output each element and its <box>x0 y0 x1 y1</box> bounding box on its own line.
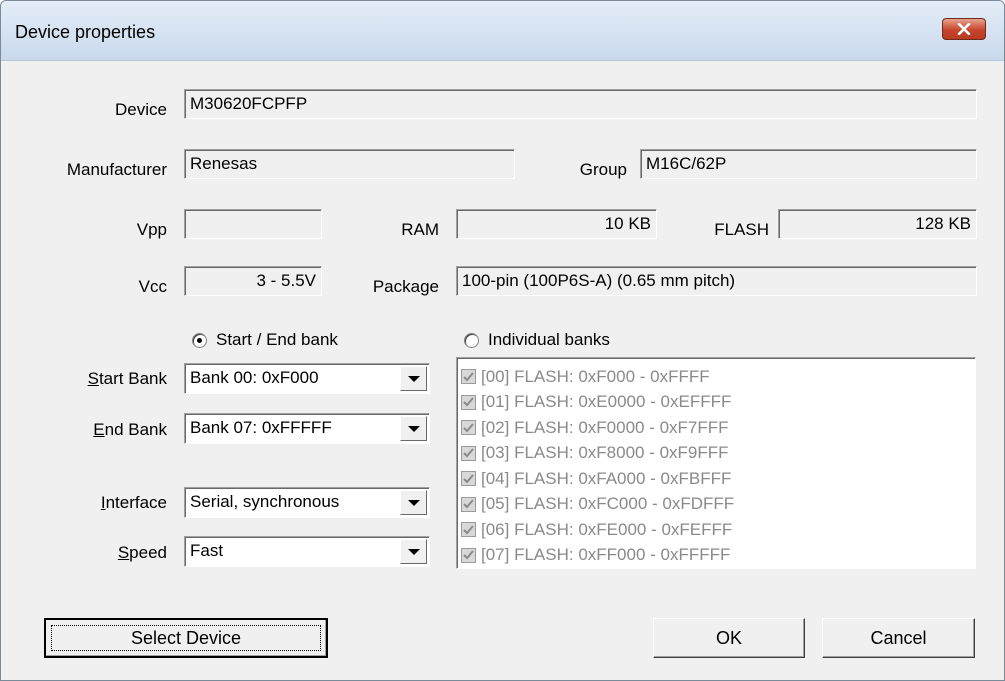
group-label: Group <box>579 160 627 179</box>
dropdown-arrow-icon[interactable] <box>400 416 427 441</box>
device-field: M30620FCPFP <box>184 89 977 119</box>
bank-label: [07] FLASH: 0xFF000 - 0xFFFFF <box>481 545 731 565</box>
device-label: Device <box>115 100 167 119</box>
bank-label: [05] FLASH: 0xFC000 - 0xFDFFF <box>481 494 735 514</box>
bank-item[interactable]: [02] FLASH: 0xF0000 - 0xF7FFF <box>461 415 975 441</box>
group-field: M16C/62P <box>640 149 977 179</box>
manufacturer-label: Manufacturer <box>66 160 167 179</box>
bank-item[interactable]: [06] FLASH: 0xFE000 - 0xFEFFF <box>461 517 975 543</box>
vcc-field: 3 - 5.5V <box>184 266 322 296</box>
device-properties-dialog: Device properties Device M30620FCPFP Man… <box>0 0 1005 681</box>
bank-label: [00] FLASH: 0xF000 - 0xFFFF <box>481 366 710 386</box>
dropdown-arrow-icon[interactable] <box>400 490 427 515</box>
radio-circle <box>464 332 479 348</box>
manufacturer-field: Renesas <box>184 149 515 179</box>
speed-select[interactable]: Fast <box>184 536 430 567</box>
interface-label: Interface <box>100 493 167 512</box>
checkbox-checked-icon[interactable] <box>461 496 476 512</box>
close-button[interactable] <box>942 18 986 40</box>
end-bank-value: Bank 07: 0xFFFFF <box>190 418 332 437</box>
individual-banks-radio[interactable]: Individual banks <box>464 330 610 350</box>
cancel-label: Cancel <box>870 627 927 648</box>
bank-label: [06] FLASH: 0xFE000 - 0xFEFFF <box>481 519 733 539</box>
vpp-field <box>184 209 322 239</box>
title-bar[interactable]: Device properties <box>1 1 1004 61</box>
vpp-label: Vpp <box>136 220 167 239</box>
checkbox-checked-icon[interactable] <box>461 394 476 410</box>
bank-item[interactable]: [01] FLASH: 0xE0000 - 0xEFFFF <box>461 390 975 416</box>
ram-label: RAM <box>401 220 439 239</box>
checkbox-checked-icon[interactable] <box>461 369 476 385</box>
package-label: Package <box>372 277 439 296</box>
vcc-label: Vcc <box>138 277 167 296</box>
close-icon <box>957 23 971 35</box>
start-end-bank-label: Start / End bank <box>216 330 338 349</box>
ram-field: 10 KB <box>456 209 657 239</box>
speed-value: Fast <box>190 541 224 560</box>
select-device-label: Select Device <box>130 627 242 648</box>
end-bank-label: End Bank <box>93 420 167 439</box>
end-bank-select[interactable]: Bank 07: 0xFFFFF <box>184 413 430 444</box>
flash-field: 128 KB <box>778 209 977 239</box>
checkbox-checked-icon[interactable] <box>461 445 476 461</box>
dropdown-arrow-icon[interactable] <box>400 366 427 391</box>
start-bank-value: Bank 00: 0xF000 <box>190 368 319 387</box>
interface-value: Serial, synchronous <box>190 492 340 511</box>
individual-banks-list[interactable]: [00] FLASH: 0xF000 - 0xFFFF [01] FLASH: … <box>456 357 976 569</box>
bank-item[interactable]: [05] FLASH: 0xFC000 - 0xFDFFF <box>461 492 975 518</box>
ok-label: OK <box>715 627 742 648</box>
bank-item[interactable]: [04] FLASH: 0xFA000 - 0xFBFFF <box>461 466 975 492</box>
start-end-bank-radio[interactable]: Start / End bank <box>192 330 338 350</box>
checkbox-checked-icon[interactable] <box>461 547 476 563</box>
checkbox-checked-icon[interactable] <box>461 471 476 487</box>
bank-item[interactable]: [03] FLASH: 0xF8000 - 0xF9FFF <box>461 441 975 467</box>
start-bank-select[interactable]: Bank 00: 0xF000 <box>184 363 430 394</box>
bank-label: [01] FLASH: 0xE0000 - 0xEFFFF <box>481 392 732 412</box>
start-bank-label: Start Bank <box>87 369 167 388</box>
window-title: Device properties <box>15 22 156 42</box>
focus-rect: Select Device <box>51 625 321 651</box>
cancel-button[interactable]: Cancel <box>822 618 975 658</box>
bank-label: [04] FLASH: 0xFA000 - 0xFBFFF <box>481 468 732 488</box>
bank-item[interactable]: [00] FLASH: 0xF000 - 0xFFFF <box>461 364 975 390</box>
flash-label: FLASH <box>714 220 769 239</box>
package-field: 100-pin (100P6S-A) (0.65 mm pitch) <box>456 266 977 296</box>
bank-label: [03] FLASH: 0xF8000 - 0xF9FFF <box>481 443 729 463</box>
radio-circle <box>192 332 207 348</box>
checkbox-checked-icon[interactable] <box>461 522 476 538</box>
individual-banks-label: Individual banks <box>488 330 610 349</box>
select-device-button[interactable]: Select Device <box>44 618 328 658</box>
bank-item[interactable]: [07] FLASH: 0xFF000 - 0xFFFFF <box>461 543 975 569</box>
dropdown-arrow-icon[interactable] <box>400 539 427 564</box>
ok-button[interactable]: OK <box>653 618 805 658</box>
speed-label: Speed <box>117 543 167 562</box>
radio-dot <box>197 337 202 343</box>
bank-label: [02] FLASH: 0xF0000 - 0xF7FFF <box>481 417 729 437</box>
interface-select[interactable]: Serial, synchronous <box>184 487 430 518</box>
checkbox-checked-icon[interactable] <box>461 420 476 436</box>
